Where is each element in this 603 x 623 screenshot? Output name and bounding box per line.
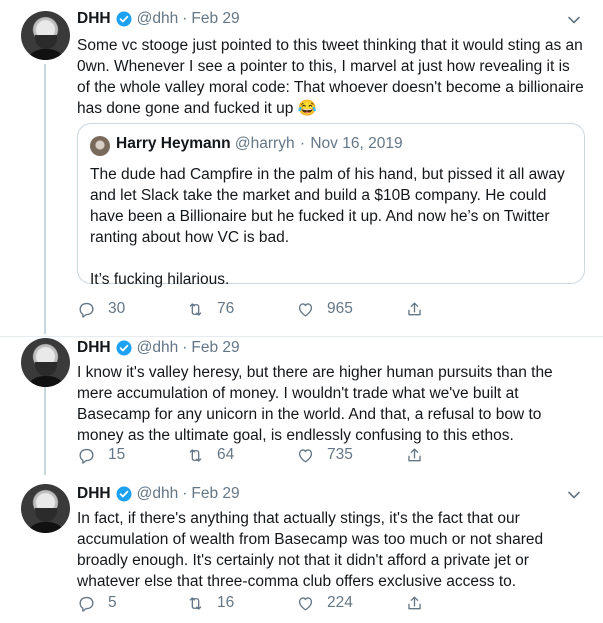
tweet-actions: 5 16 224	[77, 592, 517, 614]
avatar[interactable]	[90, 136, 110, 156]
tweet-header: DHH @dhh · Feb 29	[77, 9, 240, 29]
like-count: 224	[327, 594, 353, 611]
author-handle[interactable]: @dhh	[137, 485, 179, 503]
verified-badge-icon	[116, 11, 132, 27]
share-button[interactable]	[405, 298, 436, 320]
author-name[interactable]: DHH	[77, 485, 111, 503]
tweet[interactable]: DHH @dhh · Feb 29 In fact, if there's an…	[0, 483, 603, 623]
tweet[interactable]: DHH @dhh · Feb 29 I know it's valley her…	[0, 337, 603, 483]
reply-button[interactable]: 30	[77, 298, 125, 320]
reply-icon	[79, 302, 94, 318]
share-icon	[408, 595, 421, 609]
tweet-header: DHH @dhh · Feb 29	[77, 484, 240, 504]
reply-button[interactable]: 15	[77, 444, 125, 466]
author-name: Harry Heymann	[116, 135, 231, 152]
reply-button[interactable]: 5	[77, 592, 117, 614]
quoted-tweet-text: The dude had Campfire in the palm of his…	[90, 164, 576, 290]
retweet-icon	[189, 448, 202, 462]
reply-icon	[79, 596, 94, 612]
verified-badge-icon	[116, 340, 132, 356]
avatar[interactable]	[21, 338, 70, 387]
retweet-button[interactable]: 64	[186, 444, 234, 466]
tweet-date[interactable]: Feb 29	[191, 10, 239, 28]
like-button[interactable]: 965	[296, 298, 353, 320]
like-icon	[298, 302, 313, 317]
retweet-button[interactable]: 76	[186, 298, 234, 320]
share-icon	[408, 447, 421, 461]
tweet[interactable]: DHH @dhh · Feb 29 Some vc stooge just po…	[0, 0, 603, 336]
quoted-tweet-header: Harry Heymann @harryh · Nov 16, 2019	[116, 135, 403, 153]
share-icon	[408, 301, 421, 315]
divider	[77, 475, 603, 476]
author-handle[interactable]: @dhh	[137, 339, 179, 357]
chevron-down-icon[interactable]	[567, 488, 581, 502]
like-count: 965	[327, 300, 353, 317]
quoted-tweet[interactable]: Harry Heymann @harryh · Nov 16, 2019 The…	[77, 123, 585, 288]
like-icon	[298, 596, 313, 611]
author-name[interactable]: DHH	[77, 339, 111, 357]
author-handle: @harryh	[234, 135, 295, 152]
author-name[interactable]: DHH	[77, 10, 111, 28]
tweet-date: Nov 16, 2019	[310, 135, 403, 152]
avatar[interactable]	[21, 484, 70, 533]
separator-dot: ·	[182, 485, 188, 502]
chevron-down-icon[interactable]	[567, 13, 581, 27]
reply-icon	[79, 448, 94, 464]
tweet-header: DHH @dhh · Feb 29	[77, 338, 240, 358]
tweet-text: Some vc stooge just pointed to this twee…	[77, 37, 584, 117]
like-button[interactable]: 735	[296, 444, 353, 466]
quoted-text-paragraph: The dude had Campfire in the palm of his…	[90, 166, 565, 246]
tweet-text: In fact, if there's anything that actual…	[77, 510, 544, 590]
tweet-actions: 15 64 735	[77, 444, 517, 466]
retweet-icon	[189, 596, 202, 610]
like-count: 735	[327, 446, 353, 463]
retweet-count: 16	[217, 594, 235, 611]
verified-badge-icon	[116, 486, 132, 502]
quoted-text-paragraph: It’s fucking hilarious.	[90, 271, 230, 288]
reply-count: 5	[108, 594, 117, 611]
separator-dot: ·	[182, 339, 188, 356]
retweet-button[interactable]: 16	[186, 592, 234, 614]
tweet-actions: 30 76 965	[77, 298, 517, 320]
separator-dot: ·	[299, 135, 306, 152]
tweet-date[interactable]: Feb 29	[191, 485, 239, 503]
share-button[interactable]	[405, 444, 436, 466]
retweet-count: 64	[217, 446, 235, 463]
separator-dot: ·	[182, 10, 188, 27]
retweet-count: 76	[217, 300, 235, 317]
like-icon	[298, 448, 313, 463]
tweet-text: I know it's valley heresy, but there are…	[77, 364, 553, 444]
reply-count: 15	[108, 446, 126, 463]
avatar[interactable]	[21, 11, 70, 60]
reply-count: 30	[108, 300, 126, 317]
like-button[interactable]: 224	[296, 592, 353, 614]
share-button[interactable]	[405, 592, 436, 614]
tweet-date[interactable]: Feb 29	[191, 339, 239, 357]
retweet-icon	[189, 302, 202, 316]
author-handle[interactable]: @dhh	[137, 10, 179, 28]
